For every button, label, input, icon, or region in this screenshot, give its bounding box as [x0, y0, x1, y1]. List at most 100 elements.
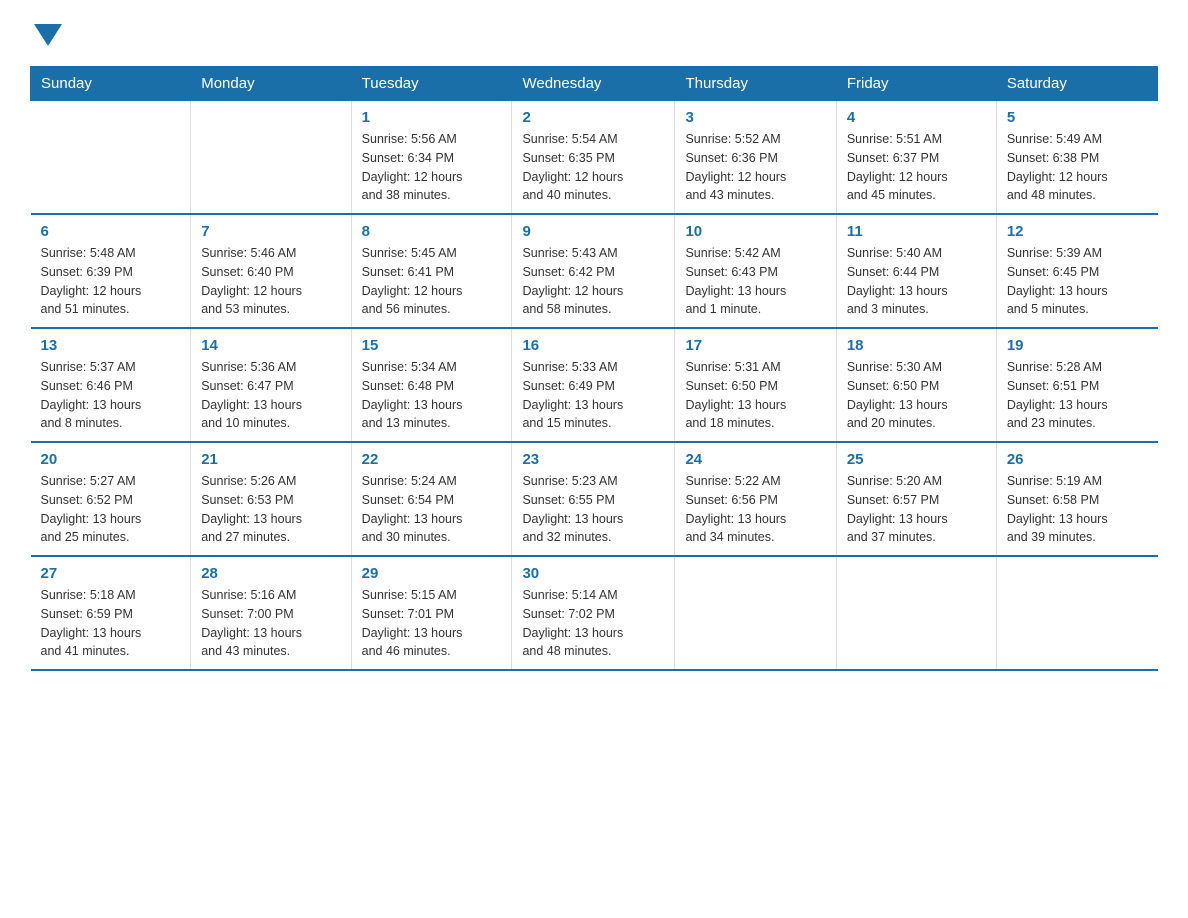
day-number: 14 [201, 337, 340, 354]
logo [30, 20, 62, 46]
day-number: 29 [362, 565, 502, 582]
calendar-cell: 9 Sunrise: 5:43 AMSunset: 6:42 PMDaylight… [512, 214, 675, 328]
calendar-cell: 23 Sunrise: 5:23 AMSunset: 6:55 PMDayligh… [512, 442, 675, 556]
day-number: 9 [522, 223, 664, 240]
day-info: Sunrise: 5:39 AMSunset: 6:45 PMDaylight:… [1007, 244, 1148, 319]
day-number: 18 [847, 337, 986, 354]
day-number: 27 [41, 565, 181, 582]
day-info: Sunrise: 5:22 AMSunset: 6:56 PMDaylight:… [685, 472, 825, 547]
calendar-cell: 22 Sunrise: 5:24 AMSunset: 6:54 PMDayligh… [351, 442, 512, 556]
day-number: 12 [1007, 223, 1148, 240]
day-number: 28 [201, 565, 340, 582]
calendar-cell: 6 Sunrise: 5:48 AMSunset: 6:39 PMDaylight… [31, 214, 191, 328]
calendar-cell: 18 Sunrise: 5:30 AMSunset: 6:50 PMDayligh… [836, 328, 996, 442]
day-info: Sunrise: 5:42 AMSunset: 6:43 PMDaylight:… [685, 244, 825, 319]
calendar-cell: 25 Sunrise: 5:20 AMSunset: 6:57 PMDayligh… [836, 442, 996, 556]
day-info: Sunrise: 5:30 AMSunset: 6:50 PMDaylight:… [847, 358, 986, 433]
calendar-cell: 15 Sunrise: 5:34 AMSunset: 6:48 PMDayligh… [351, 328, 512, 442]
day-info: Sunrise: 5:40 AMSunset: 6:44 PMDaylight:… [847, 244, 986, 319]
day-number: 13 [41, 337, 181, 354]
day-info: Sunrise: 5:14 AMSunset: 7:02 PMDaylight:… [522, 586, 664, 661]
calendar-header-sunday: Sunday [31, 67, 191, 101]
calendar-cell: 11 Sunrise: 5:40 AMSunset: 6:44 PMDayligh… [836, 214, 996, 328]
day-number: 10 [685, 223, 825, 240]
day-info: Sunrise: 5:49 AMSunset: 6:38 PMDaylight:… [1007, 130, 1148, 205]
day-info: Sunrise: 5:23 AMSunset: 6:55 PMDaylight:… [522, 472, 664, 547]
day-info: Sunrise: 5:46 AMSunset: 6:40 PMDaylight:… [201, 244, 340, 319]
day-number: 24 [685, 451, 825, 468]
calendar-cell: 14 Sunrise: 5:36 AMSunset: 6:47 PMDayligh… [191, 328, 351, 442]
calendar-cell: 29 Sunrise: 5:15 AMSunset: 7:01 PMDayligh… [351, 556, 512, 670]
day-number: 17 [685, 337, 825, 354]
day-info: Sunrise: 5:19 AMSunset: 6:58 PMDaylight:… [1007, 472, 1148, 547]
calendar-week-row: 20Sunrise: 5:27 AMSunset: 6:52 PMDayligh… [31, 442, 1158, 556]
calendar-cell: 13Sunrise: 5:37 AMSunset: 6:46 PMDayligh… [31, 328, 191, 442]
calendar-cell: 20Sunrise: 5:27 AMSunset: 6:52 PMDayligh… [31, 442, 191, 556]
day-info: Sunrise: 5:54 AMSunset: 6:35 PMDaylight:… [522, 130, 664, 205]
day-info: Sunrise: 5:56 AMSunset: 6:34 PMDaylight:… [362, 130, 502, 205]
page-header [30, 20, 1158, 46]
day-info: Sunrise: 5:45 AMSunset: 6:41 PMDaylight:… [362, 244, 502, 319]
day-info: Sunrise: 5:36 AMSunset: 6:47 PMDaylight:… [201, 358, 340, 433]
calendar-cell: 19 Sunrise: 5:28 AMSunset: 6:51 PMDayligh… [996, 328, 1157, 442]
calendar-header-tuesday: Tuesday [351, 67, 512, 101]
calendar-table: SundayMondayTuesdayWednesdayThursdayFrid… [30, 66, 1158, 671]
calendar-cell: 28 Sunrise: 5:16 AMSunset: 7:00 PMDayligh… [191, 556, 351, 670]
day-number: 23 [522, 451, 664, 468]
day-number: 22 [362, 451, 502, 468]
day-number: 6 [41, 223, 181, 240]
calendar-cell [996, 556, 1157, 670]
calendar-week-row: 27 Sunrise: 5:18 AMSunset: 6:59 PMDayligh… [31, 556, 1158, 670]
day-number: 5 [1007, 109, 1148, 126]
day-number: 16 [522, 337, 664, 354]
day-info: Sunrise: 5:24 AMSunset: 6:54 PMDaylight:… [362, 472, 502, 547]
day-info: Sunrise: 5:28 AMSunset: 6:51 PMDaylight:… [1007, 358, 1148, 433]
day-number: 26 [1007, 451, 1148, 468]
calendar-cell: 16Sunrise: 5:33 AMSunset: 6:49 PMDayligh… [512, 328, 675, 442]
day-info: Sunrise: 5:34 AMSunset: 6:48 PMDaylight:… [362, 358, 502, 433]
day-info: Sunrise: 5:51 AMSunset: 6:37 PMDaylight:… [847, 130, 986, 205]
calendar-week-row: 13Sunrise: 5:37 AMSunset: 6:46 PMDayligh… [31, 328, 1158, 442]
calendar-cell: 3Sunrise: 5:52 AMSunset: 6:36 PMDaylight… [675, 101, 836, 215]
calendar-cell: 17 Sunrise: 5:31 AMSunset: 6:50 PMDayligh… [675, 328, 836, 442]
calendar-cell: 27 Sunrise: 5:18 AMSunset: 6:59 PMDayligh… [31, 556, 191, 670]
calendar-cell: 12 Sunrise: 5:39 AMSunset: 6:45 PMDayligh… [996, 214, 1157, 328]
calendar-header-friday: Friday [836, 67, 996, 101]
calendar-header-row: SundayMondayTuesdayWednesdayThursdayFrid… [31, 67, 1158, 101]
day-info: Sunrise: 5:18 AMSunset: 6:59 PMDaylight:… [41, 586, 181, 661]
calendar-cell: 1 Sunrise: 5:56 AMSunset: 6:34 PMDaylight… [351, 101, 512, 215]
calendar-cell: 10 Sunrise: 5:42 AMSunset: 6:43 PMDayligh… [675, 214, 836, 328]
calendar-cell: 21Sunrise: 5:26 AMSunset: 6:53 PMDayligh… [191, 442, 351, 556]
day-number: 4 [847, 109, 986, 126]
day-info: Sunrise: 5:31 AMSunset: 6:50 PMDaylight:… [685, 358, 825, 433]
calendar-cell: 26 Sunrise: 5:19 AMSunset: 6:58 PMDayligh… [996, 442, 1157, 556]
day-info: Sunrise: 5:20 AMSunset: 6:57 PMDaylight:… [847, 472, 986, 547]
calendar-cell [675, 556, 836, 670]
day-info: Sunrise: 5:27 AMSunset: 6:52 PMDaylight:… [41, 472, 181, 547]
calendar-header-saturday: Saturday [996, 67, 1157, 101]
calendar-cell [191, 101, 351, 215]
calendar-cell: 24 Sunrise: 5:22 AMSunset: 6:56 PMDayligh… [675, 442, 836, 556]
day-number: 1 [362, 109, 502, 126]
calendar-cell: 7Sunrise: 5:46 AMSunset: 6:40 PMDaylight… [191, 214, 351, 328]
calendar-cell [31, 101, 191, 215]
calendar-header-monday: Monday [191, 67, 351, 101]
day-info: Sunrise: 5:15 AMSunset: 7:01 PMDaylight:… [362, 586, 502, 661]
calendar-cell: 8 Sunrise: 5:45 AMSunset: 6:41 PMDaylight… [351, 214, 512, 328]
day-number: 8 [362, 223, 502, 240]
day-number: 21 [201, 451, 340, 468]
day-number: 25 [847, 451, 986, 468]
calendar-week-row: 1 Sunrise: 5:56 AMSunset: 6:34 PMDaylight… [31, 101, 1158, 215]
day-info: Sunrise: 5:43 AMSunset: 6:42 PMDaylight:… [522, 244, 664, 319]
calendar-cell: 2Sunrise: 5:54 AMSunset: 6:35 PMDaylight… [512, 101, 675, 215]
day-info: Sunrise: 5:52 AMSunset: 6:36 PMDaylight:… [685, 130, 825, 205]
day-number: 19 [1007, 337, 1148, 354]
calendar-week-row: 6 Sunrise: 5:48 AMSunset: 6:39 PMDaylight… [31, 214, 1158, 328]
day-info: Sunrise: 5:48 AMSunset: 6:39 PMDaylight:… [41, 244, 181, 319]
calendar-cell [836, 556, 996, 670]
day-number: 11 [847, 223, 986, 240]
day-number: 30 [522, 565, 664, 582]
day-number: 15 [362, 337, 502, 354]
calendar-cell: 5 Sunrise: 5:49 AMSunset: 6:38 PMDaylight… [996, 101, 1157, 215]
day-info: Sunrise: 5:16 AMSunset: 7:00 PMDaylight:… [201, 586, 340, 661]
